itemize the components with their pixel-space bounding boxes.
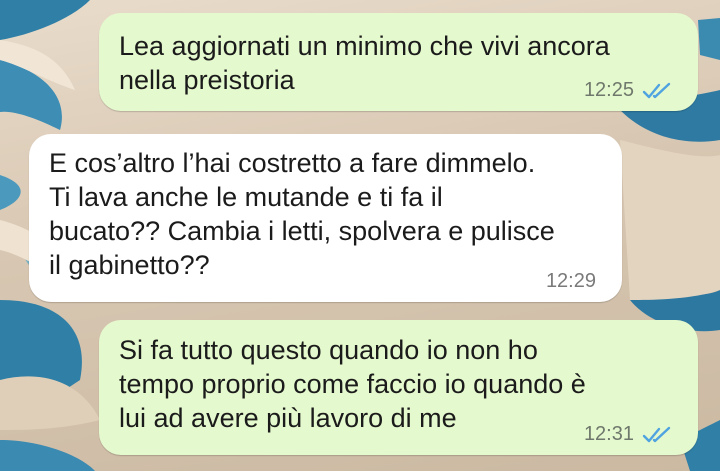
message-text: E cos’altro l’hai costretto a fare dimme… [49, 148, 555, 280]
double-check-icon [642, 426, 671, 442]
outgoing-message[interactable]: Lea aggiornati un minimo che vivi ancora… [99, 13, 698, 111]
message-text: Si fa tutto questo quando io non ho temp… [119, 335, 586, 433]
outgoing-message[interactable]: Si fa tutto questo quando io non ho temp… [99, 320, 698, 455]
incoming-message[interactable]: E cos’altro l’hai costretto a fare dimme… [29, 134, 622, 302]
message-meta: 12:31 [584, 423, 672, 446]
message-meta: 12:25 [584, 79, 672, 102]
message-time: 12:25 [583, 79, 634, 101]
message-time: 12:29 [545, 270, 596, 292]
double-check-icon [642, 82, 671, 98]
message-meta: 12:29 [546, 270, 596, 293]
message-time: 12:31 [583, 423, 634, 445]
